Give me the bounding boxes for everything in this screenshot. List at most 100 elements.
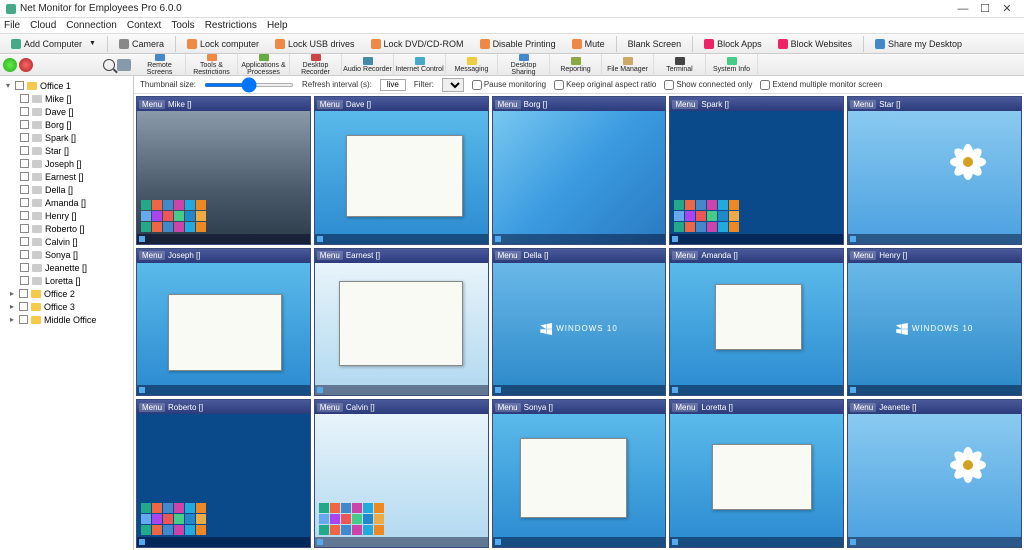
search-icon[interactable] xyxy=(103,59,115,71)
file-manager-tab[interactable]: File Manager xyxy=(602,54,654,76)
screen-thumbnail[interactable]: MenuLoretta [] xyxy=(669,399,844,548)
thumbnail-desktop[interactable] xyxy=(137,414,310,547)
checkbox[interactable] xyxy=(20,276,29,285)
thumbnail-desktop[interactable] xyxy=(670,263,843,396)
camera-button[interactable]: Camera xyxy=(112,37,171,51)
tree-item[interactable]: Henry [] xyxy=(2,209,131,222)
block-websites-button[interactable]: Block Websites xyxy=(771,37,859,51)
internet-control-tab[interactable]: Internet Control xyxy=(394,54,446,76)
thumbnail-desktop[interactable]: WINDOWS 10 xyxy=(848,263,1021,396)
thumb-size-slider[interactable] xyxy=(204,83,294,87)
screen-thumbnail[interactable]: MenuCalvin [] xyxy=(314,399,489,548)
screen-thumbnail[interactable]: MenuJoseph [] xyxy=(136,248,311,397)
apps-processes-tab[interactable]: Applications & Processes xyxy=(238,54,290,76)
disable-printing-button[interactable]: Disable Printing xyxy=(473,37,563,51)
checkbox[interactable] xyxy=(15,81,24,90)
tree-item[interactable]: Roberto [] xyxy=(2,222,131,235)
show-connected-checkbox[interactable] xyxy=(664,80,674,90)
checkbox[interactable] xyxy=(20,250,29,259)
screen-thumbnail[interactable]: MenuDella []WINDOWS 10 xyxy=(492,248,667,397)
thumbnail-desktop[interactable] xyxy=(315,414,488,547)
screen-thumbnail[interactable]: MenuBorg [] xyxy=(492,96,667,245)
extend-monitors-checkbox[interactable] xyxy=(760,80,770,90)
audio-recorder-tab[interactable]: Audio Recorder xyxy=(342,54,394,76)
share-desktop-button[interactable]: Share my Desktop xyxy=(868,37,969,51)
thumbnail-menu-button[interactable]: Menu xyxy=(317,100,343,109)
checkbox[interactable] xyxy=(20,107,29,116)
thumbnail-desktop[interactable]: WINDOWS 10 xyxy=(493,263,666,396)
refresh-value-input[interactable] xyxy=(380,79,406,91)
blank-screen-button[interactable]: Blank Screen xyxy=(621,37,689,51)
desktop-recorder-tab[interactable]: Desktop Recorder xyxy=(290,54,342,76)
tree-group-office1[interactable]: ▾ Office 1 xyxy=(2,79,131,92)
thumbnail-menu-button[interactable]: Menu xyxy=(850,403,876,412)
pause-monitoring-checkbox[interactable] xyxy=(472,80,482,90)
tree-group[interactable]: ▸Office 3 xyxy=(2,300,131,313)
checkbox[interactable] xyxy=(19,315,28,324)
thumbnail-menu-button[interactable]: Menu xyxy=(672,403,698,412)
lock-computer-button[interactable]: Lock computer xyxy=(180,37,266,51)
screen-thumbnail[interactable]: MenuRoberto [] xyxy=(136,399,311,548)
reporting-tab[interactable]: Reporting xyxy=(550,54,602,76)
thumbnail-menu-button[interactable]: Menu xyxy=(495,100,521,109)
checkbox[interactable] xyxy=(19,289,28,298)
remote-screens-tab[interactable]: Remote Screens xyxy=(134,54,186,76)
tree-item[interactable]: Sonya [] xyxy=(2,248,131,261)
tools-restrictions-tab[interactable]: Tools & Restrictions xyxy=(186,54,238,76)
close-button[interactable]: ✕ xyxy=(996,2,1018,15)
thumbnail-desktop[interactable] xyxy=(137,111,310,244)
screen-thumbnail[interactable]: MenuDave [] xyxy=(314,96,489,245)
menu-tools[interactable]: Tools xyxy=(171,20,194,31)
keep-aspect-checkbox[interactable] xyxy=(554,80,564,90)
screen-thumbnail[interactable]: MenuJeanette [] xyxy=(847,399,1022,548)
terminal-tab[interactable]: Terminal xyxy=(654,54,706,76)
thumbnail-menu-button[interactable]: Menu xyxy=(139,403,165,412)
expand-icon[interactable]: ▸ xyxy=(8,302,16,311)
expand-icon[interactable]: ▾ xyxy=(4,81,12,90)
screen-thumbnail[interactable]: MenuEarnest [] xyxy=(314,248,489,397)
expand-icon[interactable]: ▸ xyxy=(8,315,16,324)
cancel-icon[interactable] xyxy=(19,58,33,72)
thumbnail-menu-button[interactable]: Menu xyxy=(850,251,876,260)
ok-icon[interactable] xyxy=(3,58,17,72)
maximize-button[interactable]: ☐ xyxy=(974,2,996,15)
thumbnail-menu-button[interactable]: Menu xyxy=(139,251,165,260)
tree-item[interactable]: Della [] xyxy=(2,183,131,196)
tree-item[interactable]: Star [] xyxy=(2,144,131,157)
checkbox[interactable] xyxy=(20,211,29,220)
checkbox[interactable] xyxy=(20,263,29,272)
checkbox[interactable] xyxy=(20,224,29,233)
thumbnail-menu-button[interactable]: Menu xyxy=(317,403,343,412)
screen-thumbnail[interactable]: MenuHenry []WINDOWS 10 xyxy=(847,248,1022,397)
checkbox[interactable] xyxy=(20,198,29,207)
screen-thumbnail[interactable]: MenuMike [] xyxy=(136,96,311,245)
add-computer-button[interactable]: Add Computer▼ xyxy=(4,37,103,51)
block-apps-button[interactable]: Block Apps xyxy=(697,37,769,51)
checkbox[interactable] xyxy=(20,146,29,155)
thumbnail-desktop[interactable] xyxy=(315,263,488,396)
thumbnail-desktop[interactable] xyxy=(493,111,666,244)
menu-connection[interactable]: Connection xyxy=(66,20,117,31)
checkbox[interactable] xyxy=(20,133,29,142)
checkbox[interactable] xyxy=(20,94,29,103)
thumbnail-desktop[interactable] xyxy=(848,414,1021,547)
thumbnail-menu-button[interactable]: Menu xyxy=(495,251,521,260)
checkbox[interactable] xyxy=(20,120,29,129)
tree-item[interactable]: Calvin [] xyxy=(2,235,131,248)
expand-icon[interactable]: ▸ xyxy=(8,289,16,298)
tree-item[interactable]: Jeanette [] xyxy=(2,261,131,274)
thumbnail-desktop[interactable] xyxy=(315,111,488,244)
menu-help[interactable]: Help xyxy=(267,20,288,31)
tree-item[interactable]: Earnest [] xyxy=(2,170,131,183)
thumbnail-menu-button[interactable]: Menu xyxy=(495,403,521,412)
screen-thumbnail[interactable]: MenuSpark [] xyxy=(669,96,844,245)
desktop-sharing-tab[interactable]: Desktop Sharing xyxy=(498,54,550,76)
screen-thumbnail[interactable]: MenuStar [] xyxy=(847,96,1022,245)
checkbox[interactable] xyxy=(20,159,29,168)
messaging-tab[interactable]: Messaging xyxy=(446,54,498,76)
computer-tree[interactable]: ▾ Office 1 Mike []Dave []Borg []Spark []… xyxy=(0,76,134,550)
screen-thumbnail[interactable]: MenuAmanda [] xyxy=(669,248,844,397)
thumbnail-menu-button[interactable]: Menu xyxy=(672,100,698,109)
tree-group[interactable]: ▸Middle Office xyxy=(2,313,131,326)
screen-thumbnail[interactable]: MenuSonya [] xyxy=(492,399,667,548)
